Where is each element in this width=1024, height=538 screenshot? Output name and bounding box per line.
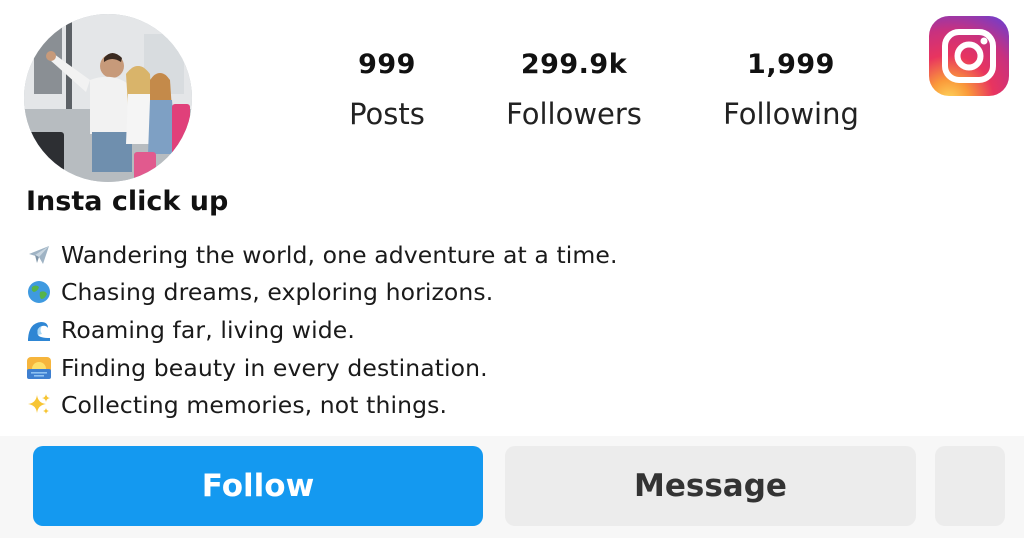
bio-text: Roaming far, living wide.	[61, 315, 355, 344]
following-label: Following	[723, 97, 859, 131]
bio-text: Finding beauty in every destination.	[61, 353, 488, 382]
profile-bio: Wandering the world, one adventure at a …	[26, 236, 726, 424]
stat-followers[interactable]: 299.9k Followers	[486, 44, 662, 142]
posts-label: Posts	[349, 97, 425, 131]
posts-count: 999	[358, 49, 416, 80]
sparkles-icon	[26, 392, 52, 418]
wave-icon	[26, 317, 52, 343]
bio-text: Chasing dreams, exploring horizons.	[61, 278, 494, 307]
followers-label: Followers	[506, 97, 642, 131]
sunrise-icon	[26, 355, 52, 381]
message-button[interactable]: Message	[505, 446, 916, 526]
action-bar: Follow Message	[0, 436, 1024, 538]
followers-count: 299.9k	[520, 49, 628, 80]
following-count: 1,999	[747, 49, 835, 80]
stat-posts[interactable]: 999 Posts	[326, 44, 448, 142]
follow-button[interactable]: Follow	[33, 446, 483, 526]
bio-line: Roaming far, living wide.	[26, 311, 726, 349]
bio-line: Wandering the world, one adventure at a …	[26, 236, 726, 274]
airplane-icon	[26, 242, 52, 268]
bio-line: Finding beauty in every destination.	[26, 349, 726, 387]
bio-text: Wandering the world, one adventure at a …	[61, 240, 618, 269]
stat-following[interactable]: 1,999 Following	[700, 44, 882, 142]
profile-username: Insta click up	[26, 186, 229, 217]
avatar[interactable]	[24, 14, 192, 182]
globe-icon	[26, 279, 52, 305]
bio-line: Collecting memories, not things.	[26, 386, 726, 424]
bio-line: Chasing dreams, exploring horizons.	[26, 274, 726, 312]
more-options-button[interactable]	[935, 446, 1005, 526]
bio-text: Collecting memories, not things.	[61, 391, 448, 420]
profile-page: 999 Posts 299.9k Followers 1,999 Followi…	[0, 0, 1024, 538]
avatar-photo	[24, 14, 192, 182]
instagram-logo-icon	[929, 16, 1009, 96]
